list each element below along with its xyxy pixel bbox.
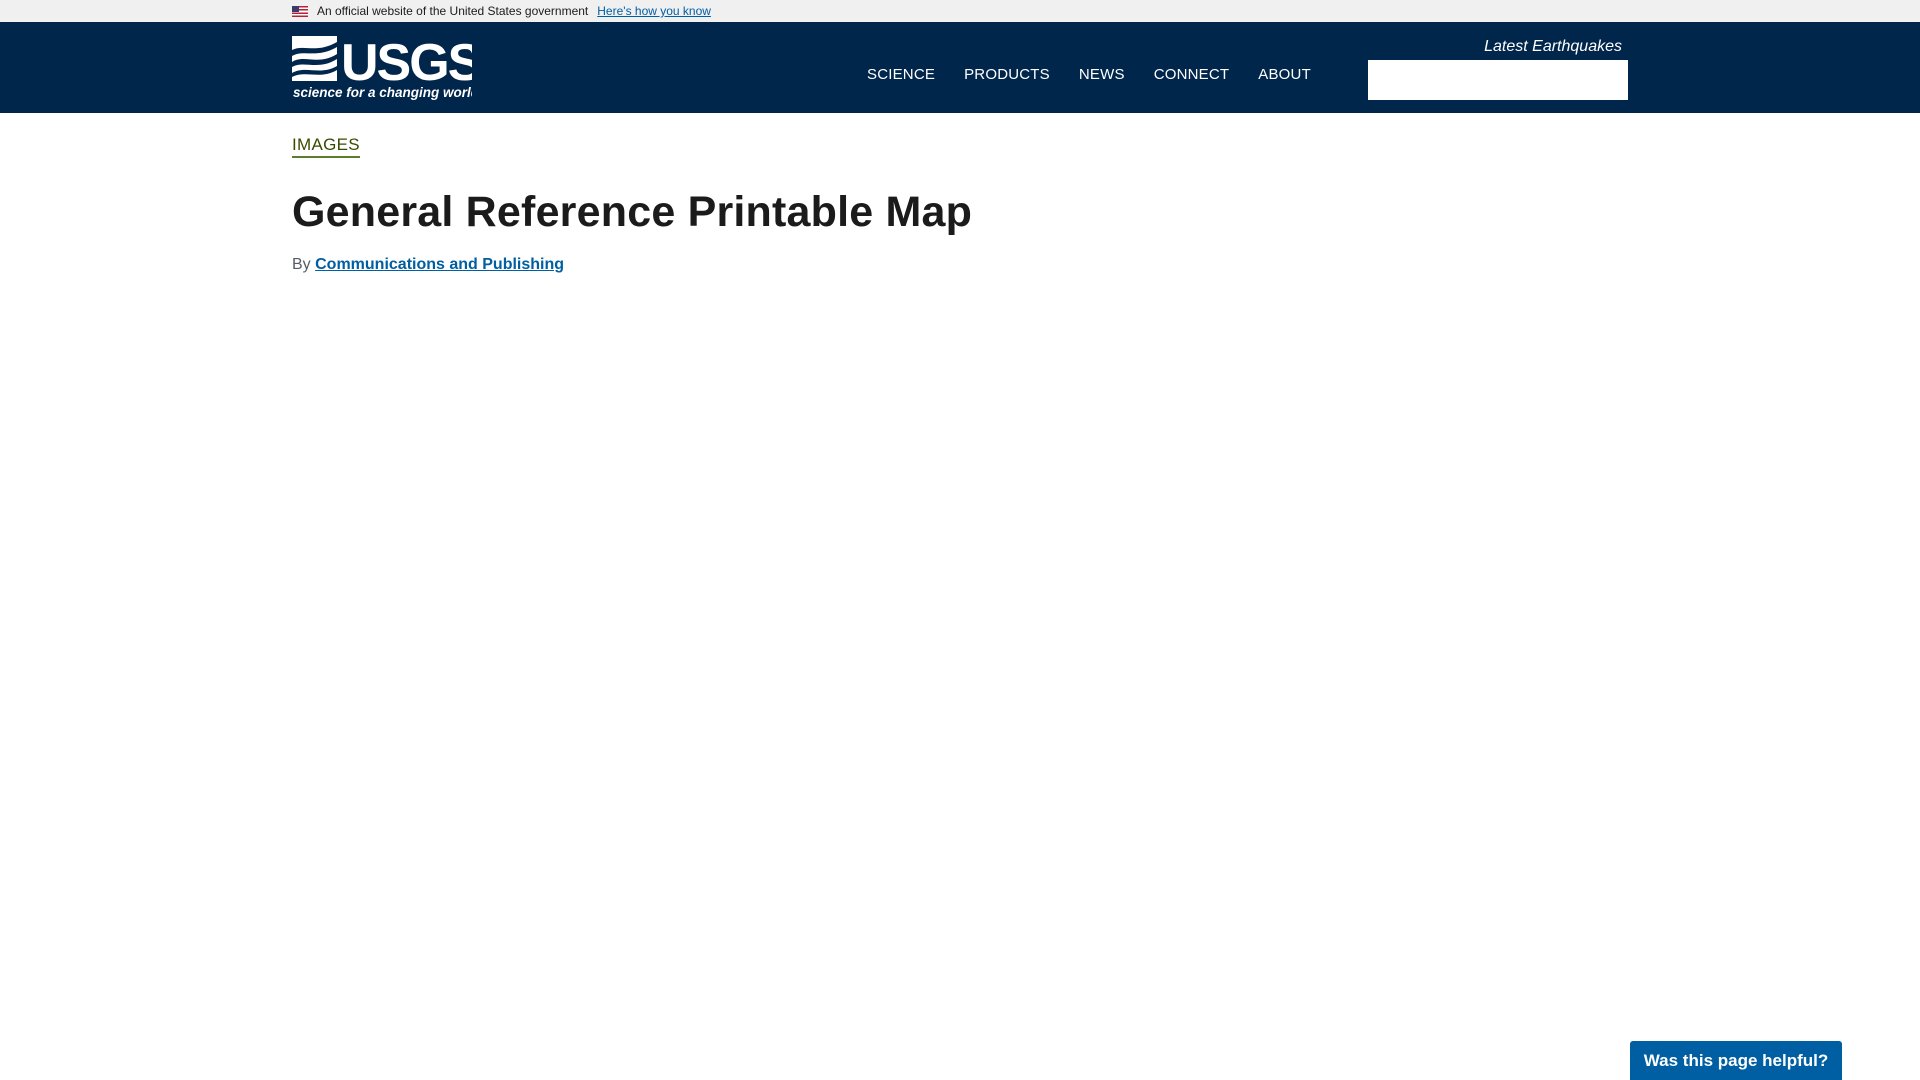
page-helpful-button[interactable]: Was this page helpful? — [1630, 1041, 1842, 1080]
breadcrumb-images[interactable]: IMAGES — [292, 135, 360, 158]
main-nav: SCIENCE PRODUCTS NEWS CONNECT ABOUT — [867, 22, 1340, 113]
usgs-logo[interactable]: USGS science for a changing world — [292, 34, 483, 100]
latest-earthquakes-link[interactable]: Latest Earthquakes — [1460, 38, 1622, 56]
nav-products[interactable]: PRODUCTS — [964, 66, 1050, 83]
byline: By Communications and Publishing — [292, 256, 564, 274]
nav-connect[interactable]: CONNECT — [1154, 66, 1230, 83]
nav-about[interactable]: ABOUT — [1258, 66, 1311, 83]
gov-banner-content: An official website of the United States… — [292, 0, 711, 22]
heres-how-you-know-link[interactable]: Here's how you know — [597, 4, 711, 18]
page-title: General Reference Printable Map — [292, 188, 973, 236]
usgs-logo-icon: USGS science for a changing world — [292, 34, 483, 100]
gov-banner: An official website of the United States… — [0, 0, 1920, 22]
gov-banner-text: An official website of the United States… — [317, 4, 589, 18]
byline-prefix: By — [292, 256, 311, 273]
author-link[interactable]: Communications and Publishing — [315, 256, 564, 273]
us-flag-icon — [292, 5, 308, 17]
search-field — [1368, 60, 1628, 100]
site-header: USGS science for a changing world SCIENC… — [0, 22, 1920, 113]
svg-text:science for a changing world: science for a changing world — [293, 85, 472, 100]
search-input[interactable] — [1369, 61, 1627, 99]
svg-text:USGS: USGS — [341, 34, 472, 92]
nav-science[interactable]: SCIENCE — [867, 66, 935, 83]
nav-news[interactable]: NEWS — [1079, 66, 1125, 83]
